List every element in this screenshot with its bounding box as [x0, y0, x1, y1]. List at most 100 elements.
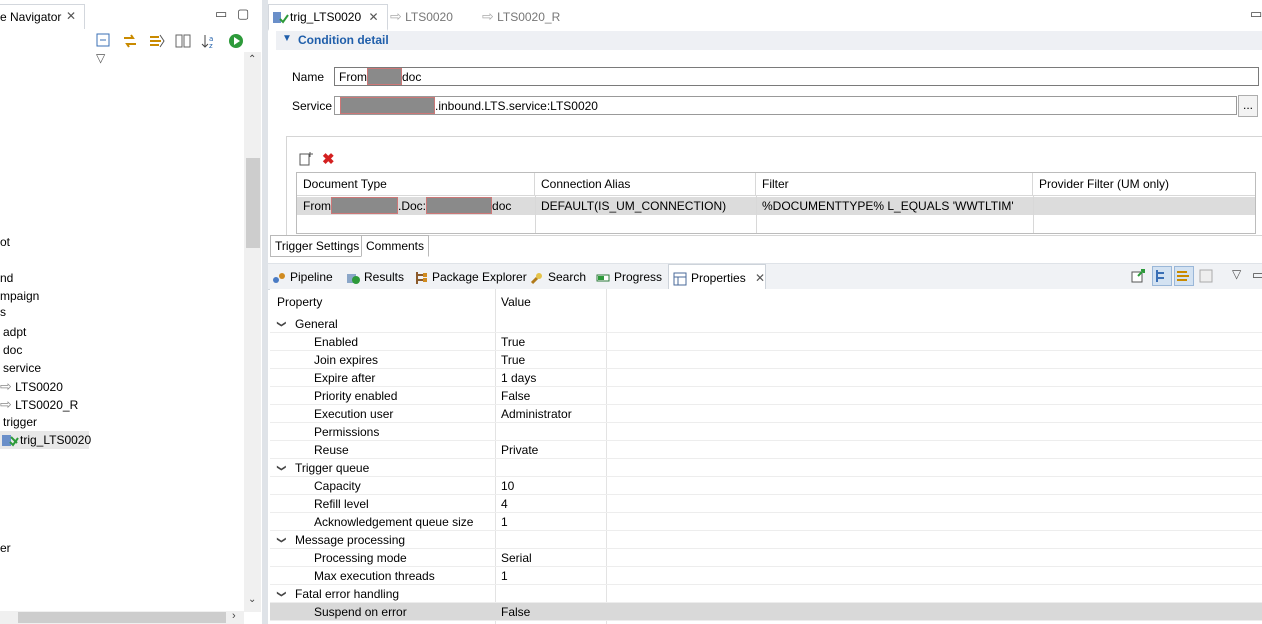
- restore-default-icon[interactable]: [1198, 268, 1214, 287]
- property-row[interactable]: Suspend on error False: [270, 603, 1262, 621]
- property-value[interactable]: 4: [501, 495, 508, 513]
- column-header[interactable]: Filter: [756, 173, 1033, 195]
- tree-item-lts0020[interactable]: ⇨ LTS0020: [0, 377, 63, 395]
- navigator-tab[interactable]: e Navigator ✕: [0, 4, 85, 29]
- pin-icon[interactable]: [1130, 268, 1146, 287]
- property-row[interactable]: Refill level 4: [270, 495, 1262, 513]
- delete-row-icon[interactable]: ✖: [322, 150, 335, 168]
- tab-pipeline[interactable]: Pipeline: [272, 268, 333, 286]
- property-value[interactable]: 10: [501, 477, 514, 495]
- maximize-icon[interactable]: ▢: [237, 6, 249, 22]
- tree-item[interactable]: er: [0, 539, 11, 557]
- browse-button[interactable]: ...: [1238, 95, 1258, 117]
- expand-arrow-icon[interactable]: ❯: [273, 464, 291, 472]
- view-menu-icon[interactable]: ▽: [1232, 267, 1241, 281]
- new-row-icon[interactable]: [298, 151, 314, 170]
- collapse-all-icon[interactable]: [96, 33, 114, 51]
- property-value[interactable]: False: [501, 603, 530, 621]
- property-group-row[interactable]: ❯ Fatal error handling: [270, 585, 1262, 603]
- navigator-vertical-scrollbar[interactable]: [244, 52, 261, 612]
- filter-cell[interactable]: %DOCUMENTTYPE% L_EQUALS 'WWTLTIM': [756, 197, 1033, 215]
- tab-package-explorer[interactable]: Package Explorer: [414, 268, 527, 286]
- minimize-icon[interactable]: ▭: [1250, 6, 1262, 22]
- column-header-property[interactable]: Property: [277, 295, 322, 309]
- property-value[interactable]: False: [501, 387, 530, 405]
- tree-item[interactable]: s: [0, 303, 6, 321]
- tree-item[interactable]: doc: [3, 341, 22, 359]
- categories-icon[interactable]: [1152, 266, 1172, 286]
- expand-arrow-icon[interactable]: ❯: [273, 536, 291, 544]
- tab-results[interactable]: Results: [346, 268, 404, 286]
- property-row[interactable]: Processing mode Serial: [270, 549, 1262, 567]
- property-row[interactable]: Acknowledgement queue size 1: [270, 513, 1262, 531]
- property-value[interactable]: 1: [501, 567, 508, 585]
- editor-tab-lts0020[interactable]: ⇨ LTS0020: [390, 4, 453, 28]
- property-row[interactable]: Capacity 10: [270, 477, 1262, 495]
- provider-filter-cell[interactable]: [1033, 197, 1255, 215]
- column-header-value[interactable]: Value: [501, 295, 531, 309]
- property-row[interactable]: Enabled True: [270, 333, 1262, 351]
- tab-properties[interactable]: Properties ✕: [668, 264, 766, 289]
- editor-tab-trig-lts0020[interactable]: trig_LTS0020 ✕: [268, 4, 388, 31]
- property-row[interactable]: Execution user Administrator: [270, 405, 1262, 423]
- property-value[interactable]: 1 days: [501, 369, 536, 387]
- advanced-icon[interactable]: [1174, 266, 1194, 286]
- tree-item-lts0020-r[interactable]: ⇨ LTS0020_R: [0, 395, 78, 413]
- collapse-arrow-icon[interactable]: ▼: [282, 33, 292, 44]
- tab-search[interactable]: Search: [530, 268, 586, 286]
- tree-item[interactable]: trigger: [3, 413, 37, 431]
- tree-item[interactable]: ot: [0, 233, 10, 251]
- column-header[interactable]: Provider Filter (UM only): [1033, 173, 1255, 195]
- property-value[interactable]: True: [501, 333, 525, 351]
- scroll-down-icon[interactable]: ⌄: [248, 594, 256, 605]
- tree-item[interactable]: nd: [0, 269, 13, 287]
- tree-item[interactable]: service: [3, 359, 41, 377]
- property-row[interactable]: Join expires True: [270, 351, 1262, 369]
- tree-item-trig-lts0020[interactable]: trig_LTS0020: [0, 431, 91, 449]
- service-field[interactable]: .inbound.LTS.service:LTS0020: [334, 96, 1237, 115]
- expand-arrow-icon[interactable]: ❯: [273, 590, 291, 598]
- property-row[interactable]: Expire after 1 days: [270, 369, 1262, 387]
- property-group-row[interactable]: ❯ Message processing: [270, 531, 1262, 549]
- property-group-row[interactable]: ❯ Trigger queue: [270, 459, 1262, 477]
- tab-trigger-settings[interactable]: Trigger Settings: [270, 235, 365, 257]
- property-value[interactable]: Serial: [501, 549, 532, 567]
- sort-icon[interactable]: az: [201, 33, 219, 51]
- property-row[interactable]: Priority enabled False: [270, 387, 1262, 405]
- condition-detail-section[interactable]: ▼ Condition detail: [276, 31, 1262, 50]
- tab-progress[interactable]: Progress: [596, 268, 662, 286]
- close-icon[interactable]: ✕: [369, 10, 379, 24]
- property-value[interactable]: Private: [501, 441, 538, 459]
- property-row[interactable]: Permissions: [270, 423, 1262, 441]
- link-with-editor-icon[interactable]: [122, 33, 140, 51]
- property-name: Acknowledgement queue size: [314, 515, 474, 529]
- property-value[interactable]: Administrator: [501, 405, 572, 423]
- tree-item[interactable]: adpt: [3, 323, 26, 341]
- layout-icon[interactable]: [175, 33, 193, 51]
- property-value[interactable]: 1: [501, 513, 508, 531]
- connection-alias-cell[interactable]: DEFAULT(IS_UM_CONNECTION): [535, 197, 756, 215]
- scroll-up-icon[interactable]: ⌃: [248, 54, 256, 65]
- property-value[interactable]: True: [501, 351, 525, 369]
- panel-splitter[interactable]: [262, 0, 268, 624]
- navigator-horizontal-scroll-thumb[interactable]: [18, 612, 226, 623]
- filter-icon[interactable]: [149, 33, 167, 51]
- editor-tab-lts0020-r[interactable]: ⇨ LTS0020_R: [482, 4, 560, 28]
- close-icon[interactable]: ✕: [66, 9, 76, 23]
- run-icon[interactable]: [228, 33, 246, 51]
- column-header[interactable]: Connection Alias: [535, 173, 756, 195]
- property-row[interactable]: Max execution threads 1: [270, 567, 1262, 585]
- property-group-row[interactable]: ❯ General: [270, 315, 1262, 333]
- tab-comments[interactable]: Comments: [361, 235, 430, 257]
- document-type-cell[interactable]: From .Doc: doc: [297, 197, 535, 215]
- scroll-right-icon[interactable]: ›: [232, 610, 236, 622]
- property-row[interactable]: Reuse Private: [270, 441, 1262, 459]
- name-field[interactable]: From doc: [334, 67, 1259, 86]
- close-icon[interactable]: ✕: [755, 271, 765, 285]
- expand-arrow-icon[interactable]: ❯: [273, 320, 291, 328]
- column-header[interactable]: Document Type: [297, 173, 535, 195]
- navigator-vertical-scroll-thumb[interactable]: [246, 158, 260, 248]
- minimize-icon[interactable]: ▭: [215, 6, 227, 22]
- tab-label: Search: [548, 270, 587, 284]
- minimize-icon[interactable]: ▭: [1252, 267, 1262, 283]
